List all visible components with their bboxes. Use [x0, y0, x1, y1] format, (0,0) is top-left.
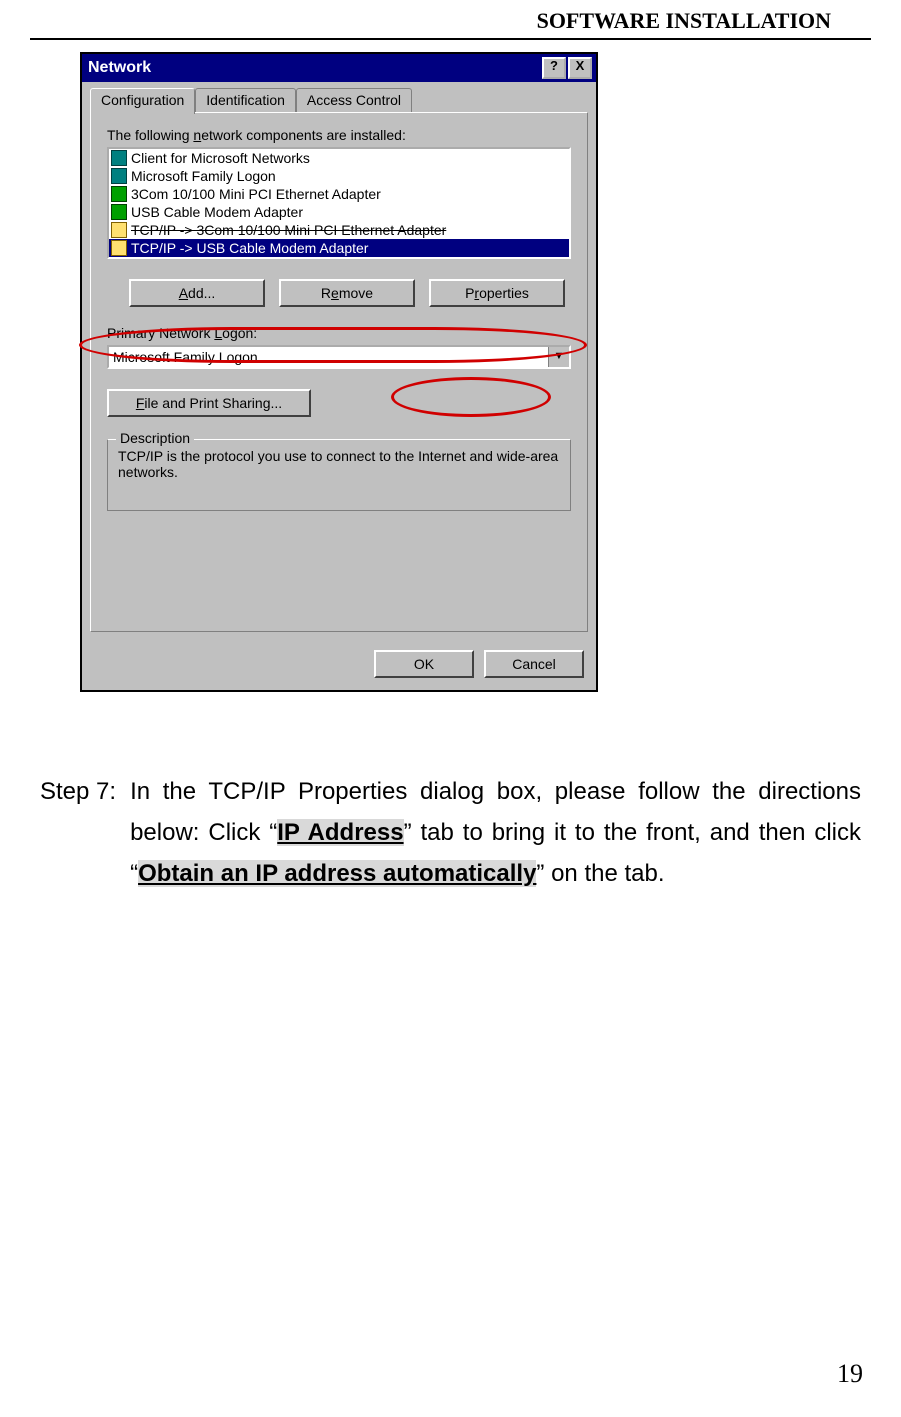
list-item[interactable]: USB Cable Modem Adapter — [109, 203, 569, 221]
client-icon — [111, 150, 127, 166]
close-button[interactable]: X — [568, 57, 592, 79]
primary-logon-hotkey: L — [214, 325, 222, 341]
primary-logon-value: Microsoft Family Logon — [109, 347, 548, 367]
list-item[interactable]: Client for Microsoft Networks — [109, 149, 569, 167]
list-item-label: USB Cable Modem Adapter — [131, 204, 303, 220]
remove-button[interactable]: Remove — [279, 279, 415, 307]
step-7: Step 7: In the TCP/IP Properties dialog … — [40, 772, 861, 894]
remove-button-hotkey: e — [331, 285, 339, 301]
remove-button-post: move — [339, 285, 373, 301]
components-label-pre: The following — [107, 127, 193, 143]
tab-identification[interactable]: Identification — [195, 88, 296, 112]
step-label: Step 7: — [40, 772, 120, 894]
tabs: Configuration Identification Access Cont… — [82, 82, 596, 112]
primary-logon-label-pre: Primary Network — [107, 325, 214, 341]
components-label: The following network components are ins… — [107, 127, 571, 143]
page-header: SOFTWARE INSTALLATION — [30, 0, 871, 40]
dialog-title: Network — [88, 59, 540, 77]
remove-button-pre: R — [321, 285, 331, 301]
list-item-label: TCP/IP -> USB Cable Modem Adapter — [131, 240, 368, 256]
primary-logon-label-post: ogon: — [222, 325, 257, 341]
list-item-label: TCP/IP -> 3Com 10/100 Mini PCI Ethernet … — [131, 222, 446, 238]
components-label-post: etwork components are installed: — [201, 127, 406, 143]
description-legend: Description — [116, 430, 194, 446]
components-listbox[interactable]: Client for Microsoft Networks Microsoft … — [107, 147, 571, 259]
description-group: Description TCP/IP is the protocol you u… — [107, 439, 571, 511]
step-body-post: ” on the tab. — [536, 860, 664, 887]
cancel-button[interactable]: Cancel — [484, 650, 584, 678]
description-text: TCP/IP is the protocol you use to connec… — [118, 448, 560, 480]
list-item[interactable]: TCP/IP -> 3Com 10/100 Mini PCI Ethernet … — [109, 221, 569, 239]
list-item-selected[interactable]: TCP/IP -> USB Cable Modem Adapter — [109, 239, 569, 257]
client-icon — [111, 168, 127, 184]
primary-logon-dropdown[interactable]: Microsoft Family Logon ▼ — [107, 345, 571, 369]
ok-button[interactable]: OK — [374, 650, 474, 678]
page-number: 19 — [837, 1359, 863, 1389]
network-dialog: Network ? X Configuration Identification… — [80, 52, 598, 692]
file-print-sharing-button[interactable]: File and Print Sharing... — [107, 389, 311, 417]
adapter-icon — [111, 186, 127, 202]
list-item-label: Microsoft Family Logon — [131, 168, 276, 184]
protocol-icon — [111, 222, 127, 238]
list-item-label: Client for Microsoft Networks — [131, 150, 310, 166]
component-buttons: Add... Remove Properties — [129, 279, 571, 307]
highlight-ip-address: IP Address — [277, 819, 403, 846]
step-body: In the TCP/IP Properties dialog box, ple… — [120, 772, 861, 894]
list-item-label: 3Com 10/100 Mini PCI Ethernet Adapter — [131, 186, 381, 202]
help-button[interactable]: ? — [542, 57, 566, 79]
add-button-hotkey: A — [179, 285, 188, 301]
file-share-label: ile and Print Sharing... — [144, 395, 282, 411]
tab-configuration[interactable]: Configuration — [90, 88, 195, 114]
properties-button[interactable]: Properties — [429, 279, 565, 307]
titlebar: Network ? X — [82, 54, 596, 82]
add-button-label: dd... — [188, 285, 215, 301]
list-item[interactable]: 3Com 10/100 Mini PCI Ethernet Adapter — [109, 185, 569, 203]
tab-panel-configuration: The following network components are ins… — [90, 112, 588, 632]
chevron-down-icon[interactable]: ▼ — [548, 347, 569, 367]
add-button[interactable]: Add... — [129, 279, 265, 307]
dialog-footer: OK Cancel — [82, 640, 596, 690]
primary-logon-label: Primary Network Logon: — [107, 325, 571, 341]
protocol-icon — [111, 240, 127, 256]
highlight-obtain-ip: Obtain an IP address automatically — [138, 860, 536, 887]
adapter-icon — [111, 204, 127, 220]
list-item[interactable]: Microsoft Family Logon — [109, 167, 569, 185]
tab-access-control[interactable]: Access Control — [296, 88, 412, 112]
screenshot: Network ? X Configuration Identification… — [80, 52, 602, 692]
properties-button-post: operties — [479, 285, 529, 301]
